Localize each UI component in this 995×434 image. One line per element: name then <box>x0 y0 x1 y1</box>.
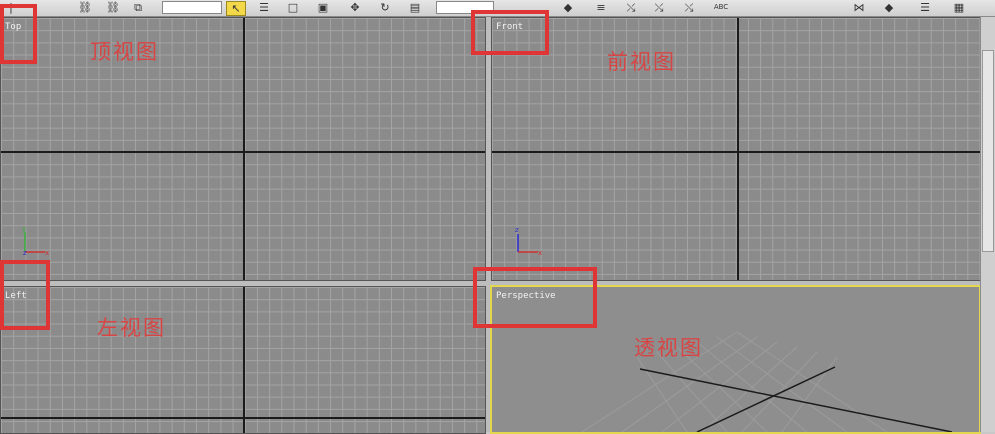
svg-text:z: z <box>515 226 519 234</box>
axis-tripod-icon: z x <box>515 226 542 257</box>
annotation-front-view: 前视图 <box>607 50 676 74</box>
bind-icon[interactable]: ⧉ <box>130 1 146 14</box>
mirror-icon[interactable]: ◆ <box>560 1 576 14</box>
grid-major-line <box>243 18 245 280</box>
svg-text:x: x <box>538 249 542 257</box>
viewport-top[interactable]: Top y z x <box>0 17 486 281</box>
annotation-left-view: 左视图 <box>97 316 166 340</box>
annotation-box-top <box>0 4 37 64</box>
grid-major-line <box>1 417 485 419</box>
spell-check-icon[interactable]: ABC <box>710 1 732 14</box>
align-camera-icon[interactable]: ⤯ <box>680 1 698 14</box>
grid-major-line <box>737 18 739 280</box>
command-panel-scrollbar[interactable] <box>982 50 994 252</box>
rect-select-icon[interactable]: □ <box>284 1 302 14</box>
svg-text:y: y <box>22 225 26 233</box>
svg-text:x: x <box>45 249 49 257</box>
annotation-box-front <box>471 10 549 55</box>
annotation-box-left <box>0 260 50 330</box>
align-icon[interactable]: ≡ <box>592 1 610 14</box>
link-icon[interactable]: ⛓ <box>78 1 92 14</box>
annotation-box-perspective <box>473 267 597 328</box>
schematic-icon[interactable]: ◆ <box>880 1 898 14</box>
scale-icon[interactable]: ▤ <box>406 1 424 14</box>
select-by-name-icon[interactable]: ☰ <box>256 1 272 14</box>
curve-editor-icon[interactable]: ⋈ <box>850 1 868 14</box>
viewport-front[interactable]: Front z x <box>491 17 981 281</box>
annotation-top-view: 顶视图 <box>90 40 159 64</box>
render-icon[interactable]: ▦ <box>950 1 968 14</box>
svg-text:z: z <box>23 249 27 257</box>
unlink-icon[interactable]: ⛓ <box>106 1 120 14</box>
material-editor-icon[interactable]: ☰ <box>916 1 934 14</box>
window-crossing-icon[interactable]: ▣ <box>314 1 332 14</box>
axis-tripod-icon: y z x <box>22 225 49 257</box>
normal-align-icon[interactable]: ⤯ <box>622 1 640 14</box>
select-object-icon[interactable]: ↖ <box>226 1 246 16</box>
viewport-left[interactable]: Left <box>0 286 486 434</box>
grid-major-line <box>492 151 980 153</box>
annotation-perspective-view: 透视图 <box>634 336 703 360</box>
move-icon[interactable]: ✥ <box>346 1 364 14</box>
place-highlight-icon[interactable]: ⤯ <box>650 1 668 14</box>
selection-filter-dropdown[interactable] <box>162 1 222 14</box>
grid-major-line <box>243 287 245 433</box>
rotate-icon[interactable]: ↻ <box>376 1 394 14</box>
